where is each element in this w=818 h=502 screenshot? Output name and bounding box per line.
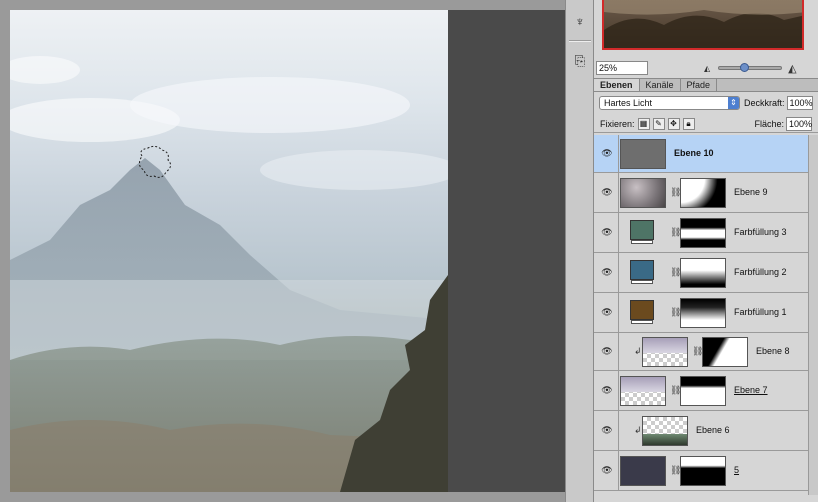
visibility-eye-icon[interactable]: 👁︎ xyxy=(600,227,614,239)
layer-divider xyxy=(618,451,619,490)
layer-name[interactable]: Ebene 9 xyxy=(734,187,768,197)
layer-name[interactable]: Farbfüllung 2 xyxy=(734,267,787,277)
document-canvas[interactable] xyxy=(10,10,448,492)
layer-row[interactable]: 👁︎ Ebene 10 xyxy=(594,135,808,173)
layer-name[interactable]: Ebene 10 xyxy=(674,148,714,158)
fill-label: Fläche: xyxy=(754,118,784,129)
layer-name[interactable]: 5 xyxy=(734,465,739,475)
lock-position-icon[interactable]: ✥ xyxy=(667,117,680,130)
panel-tabs: Ebenen Kanäle Pfade xyxy=(594,78,818,92)
zoom-in-icon[interactable]: ◭ xyxy=(788,62,796,75)
visibility-eye-icon[interactable]: 👁︎ xyxy=(600,307,614,319)
lock-transparency-icon[interactable]: ▦ xyxy=(637,117,650,130)
visibility-eye-icon[interactable]: 👁︎ xyxy=(600,425,614,437)
layer-row[interactable]: 👁︎ ⛓ Farbfüllung 2 xyxy=(594,253,808,293)
layers-scrollbar[interactable] xyxy=(808,135,818,495)
layer-name[interactable]: Farbfüllung 1 xyxy=(734,307,787,317)
zoom-out-icon[interactable]: ◭ xyxy=(704,64,710,73)
navigator-preview[interactable] xyxy=(602,0,804,50)
panel-dock: ♆ ⎘ xyxy=(565,0,594,502)
visibility-eye-icon[interactable]: 👁︎ xyxy=(600,148,614,160)
layer-thumbnail[interactable] xyxy=(620,456,666,486)
visibility-eye-icon[interactable]: 👁︎ xyxy=(600,187,614,199)
lock-all-icon[interactable]: 🔒︎ xyxy=(682,117,695,130)
layer-mask-thumbnail[interactable] xyxy=(680,178,726,208)
blend-mode-select[interactable]: Hartes Licht ⇕ xyxy=(599,96,740,110)
navigator-image xyxy=(604,0,802,48)
layer-divider xyxy=(618,411,619,450)
layer-name[interactable]: Farbfüllung 3 xyxy=(734,227,787,237)
layer-thumbnail[interactable] xyxy=(620,218,666,248)
layer-row[interactable]: 👁︎ ↲ ⛓ Ebene 8 xyxy=(594,333,808,371)
layer-mask-thumbnail[interactable] xyxy=(680,218,726,248)
layer-row[interactable]: 👁︎ ⛓ Ebene 7 xyxy=(594,371,808,411)
visibility-eye-icon[interactable]: 👁︎ xyxy=(600,385,614,397)
dock-separator xyxy=(569,40,591,42)
blend-row: Hartes Licht ⇕ Deckkraft: 100% xyxy=(594,94,818,112)
layer-thumbnail[interactable] xyxy=(620,178,666,208)
brush-preset-icon[interactable]: ♆ xyxy=(569,10,591,32)
lock-label: Fixieren: xyxy=(600,118,635,129)
lock-row: Fixieren: ▦ ✎ ✥ 🔒︎ Fläche: 100% xyxy=(594,115,818,133)
layer-divider xyxy=(618,293,619,332)
layer-divider xyxy=(618,213,619,252)
layer-name[interactable]: Ebene 8 xyxy=(756,346,790,356)
layer-thumbnail[interactable] xyxy=(642,416,688,446)
fill-color-swatch xyxy=(630,260,654,284)
zoom-slider[interactable] xyxy=(718,63,783,72)
layer-name[interactable]: Ebene 7 xyxy=(734,385,768,395)
layer-name[interactable]: Ebene 6 xyxy=(696,425,730,435)
navigator-zoom-row: 25% ◭ ◭ xyxy=(594,60,818,76)
layer-thumbnail[interactable] xyxy=(620,298,666,328)
layer-divider xyxy=(618,371,619,410)
layer-row[interactable]: 👁︎ ↲ Ebene 6 xyxy=(594,411,808,451)
layer-divider xyxy=(618,135,619,172)
visibility-eye-icon[interactable]: 👁︎ xyxy=(600,465,614,477)
zoom-slider-knob[interactable] xyxy=(740,63,750,72)
fill-color-swatch xyxy=(630,300,654,324)
clipping-arrow-icon: ↲ xyxy=(634,425,642,435)
layer-row[interactable]: 👁︎ ⛓ Farbfüllung 3 xyxy=(594,213,808,253)
landscape-image xyxy=(10,56,448,492)
visibility-eye-icon[interactable]: 👁︎ xyxy=(600,267,614,279)
layer-mask-thumbnail[interactable] xyxy=(680,258,726,288)
pasteboard xyxy=(448,10,565,492)
tab-kanaele[interactable]: Kanäle xyxy=(640,79,681,91)
layer-thumbnail[interactable] xyxy=(620,258,666,288)
fill-field[interactable]: 100% xyxy=(786,116,812,131)
clipping-arrow-icon: ↲ xyxy=(634,346,642,356)
blend-mode-value: Hartes Licht xyxy=(604,98,653,108)
layer-thumbnail[interactable] xyxy=(620,139,666,169)
layer-mask-thumbnail[interactable] xyxy=(680,456,726,486)
tab-pfade[interactable]: Pfade xyxy=(681,79,718,91)
document-window xyxy=(0,0,565,502)
layer-row[interactable]: 👁︎ ⛓ 5 xyxy=(594,451,808,491)
layers-list: 👁︎ Ebene 10 👁︎ ⛓ Ebene 9 👁︎ ⛓ Farbfüllung 3 👁︎ ⛓ F… xyxy=(594,135,808,495)
visibility-eye-icon[interactable]: 👁︎ xyxy=(600,346,614,358)
tab-ebenen[interactable]: Ebenen xyxy=(594,79,640,91)
clone-source-icon[interactable]: ⎘ xyxy=(569,50,591,72)
layers-panel-group: 25% ◭ ◭ Ebenen Kanäle Pfade Hartes Licht… xyxy=(594,0,818,502)
lock-image-icon[interactable]: ✎ xyxy=(652,117,665,130)
dropdown-arrow-icon: ⇕ xyxy=(728,97,739,109)
layer-thumbnail[interactable] xyxy=(620,376,666,406)
layer-divider xyxy=(618,173,619,212)
fill-color-swatch xyxy=(630,220,654,244)
zoom-field[interactable]: 25% xyxy=(596,61,648,75)
opacity-field[interactable]: 100% xyxy=(786,96,813,110)
layer-mask-thumbnail[interactable] xyxy=(702,337,748,367)
layer-divider xyxy=(618,253,619,292)
layer-row[interactable]: 👁︎ ⛓ Farbfüllung 1 xyxy=(594,293,808,333)
layer-mask-thumbnail[interactable] xyxy=(680,298,726,328)
layer-divider xyxy=(618,333,619,370)
layer-mask-thumbnail[interactable] xyxy=(680,376,726,406)
layer-thumbnail[interactable] xyxy=(642,337,688,367)
layer-row[interactable]: 👁︎ ⛓ Ebene 9 xyxy=(594,173,808,213)
opacity-label: Deckkraft: xyxy=(744,98,785,108)
